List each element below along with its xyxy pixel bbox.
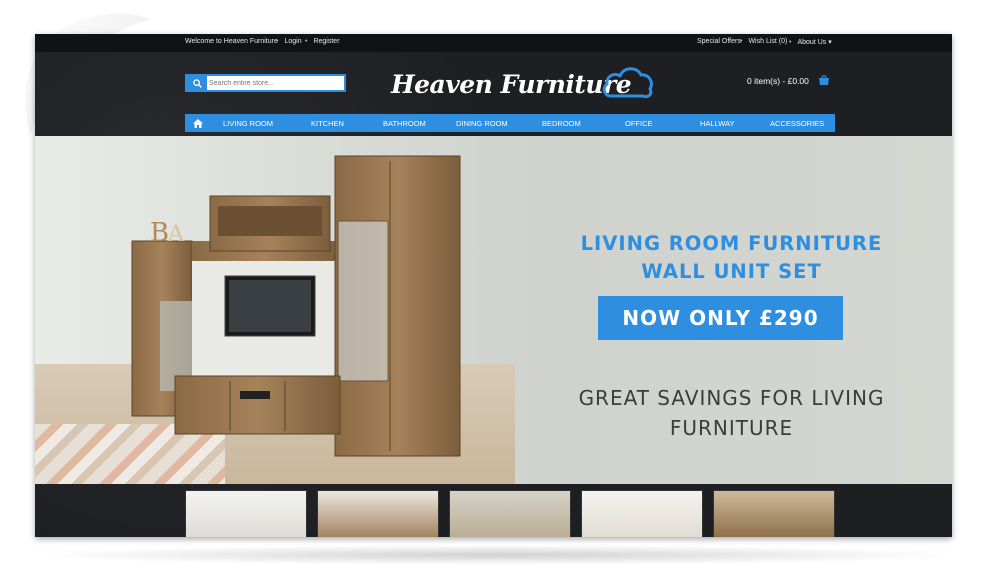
hero-subtitle-line2: FURNITURE: [669, 416, 794, 440]
nav-item-hallway[interactable]: HALLWAY: [700, 119, 734, 128]
nav-item-living-room[interactable]: LIVING ROOM: [223, 119, 273, 128]
welcome-text: Welcome to Heaven Furniture: [185, 38, 278, 45]
search-icon: [192, 78, 202, 88]
nav-item-accessories[interactable]: ACCESSORIES: [770, 119, 824, 128]
hero-price-button[interactable]: NOW ONLY £290: [598, 296, 843, 340]
page-shadow: [30, 545, 966, 565]
cart-icon[interactable]: [818, 74, 830, 86]
nav-item-kitchen[interactable]: KITCHEN: [311, 119, 344, 128]
svg-text:A: A: [167, 222, 185, 247]
search-button[interactable]: [187, 76, 207, 90]
site-logo[interactable]: Heaven Furniture: [391, 64, 653, 110]
hero-title-line2: WALL UNIT SET: [641, 260, 822, 283]
cart-summary[interactable]: 0 item(s) - £0.00: [747, 76, 809, 86]
hero-title-line1: LIVING ROOM FURNITURE: [580, 232, 883, 255]
nav-item-office[interactable]: OFFICE: [625, 119, 653, 128]
main-nav: LIVING ROOM KITCHEN BATHROOM DINING ROOM…: [185, 114, 835, 132]
thumbnail-1[interactable]: [185, 490, 307, 537]
special-offers-link[interactable]: Special Offers: [697, 38, 741, 45]
search-input[interactable]: [209, 76, 339, 90]
wall-unit-image: B A: [131, 155, 461, 457]
wish-list-link[interactable]: Wish List (0): [740, 38, 787, 45]
website-screenshot: Welcome to Heaven Furniture Login Regist…: [35, 34, 952, 537]
search-box: [185, 74, 346, 92]
hero-banner[interactable]: B A LIVING ROOM FURNITURE WALL UNIT SET …: [35, 136, 952, 484]
home-icon: [192, 118, 203, 128]
thumbnail-3[interactable]: [449, 490, 571, 537]
thumbnail-2[interactable]: [317, 490, 439, 537]
register-link[interactable]: Register: [305, 38, 339, 45]
nav-item-dining-room[interactable]: DINING ROOM: [456, 119, 508, 128]
about-us-label: About Us: [797, 39, 827, 46]
nav-home[interactable]: [185, 114, 210, 132]
thumbnail-4[interactable]: [581, 490, 703, 537]
about-us-link[interactable]: About Us ▾: [789, 38, 832, 46]
login-link[interactable]: Login: [276, 38, 301, 45]
nav-item-bedroom[interactable]: BEDROOM: [542, 119, 581, 128]
hero-subtitle-line1: GREAT SAVINGS FOR LIVING: [578, 386, 885, 410]
nav-item-bathroom[interactable]: BATHROOM: [383, 119, 426, 128]
logo-text: Heaven Furniture: [391, 70, 632, 99]
top-bar: Welcome to Heaven Furniture Login Regist…: [35, 34, 952, 52]
chevron-down-icon: ▾: [828, 39, 832, 46]
cloud-icon: [602, 67, 653, 99]
svg-text:B: B: [150, 218, 169, 248]
thumbnail-5[interactable]: [713, 490, 835, 537]
